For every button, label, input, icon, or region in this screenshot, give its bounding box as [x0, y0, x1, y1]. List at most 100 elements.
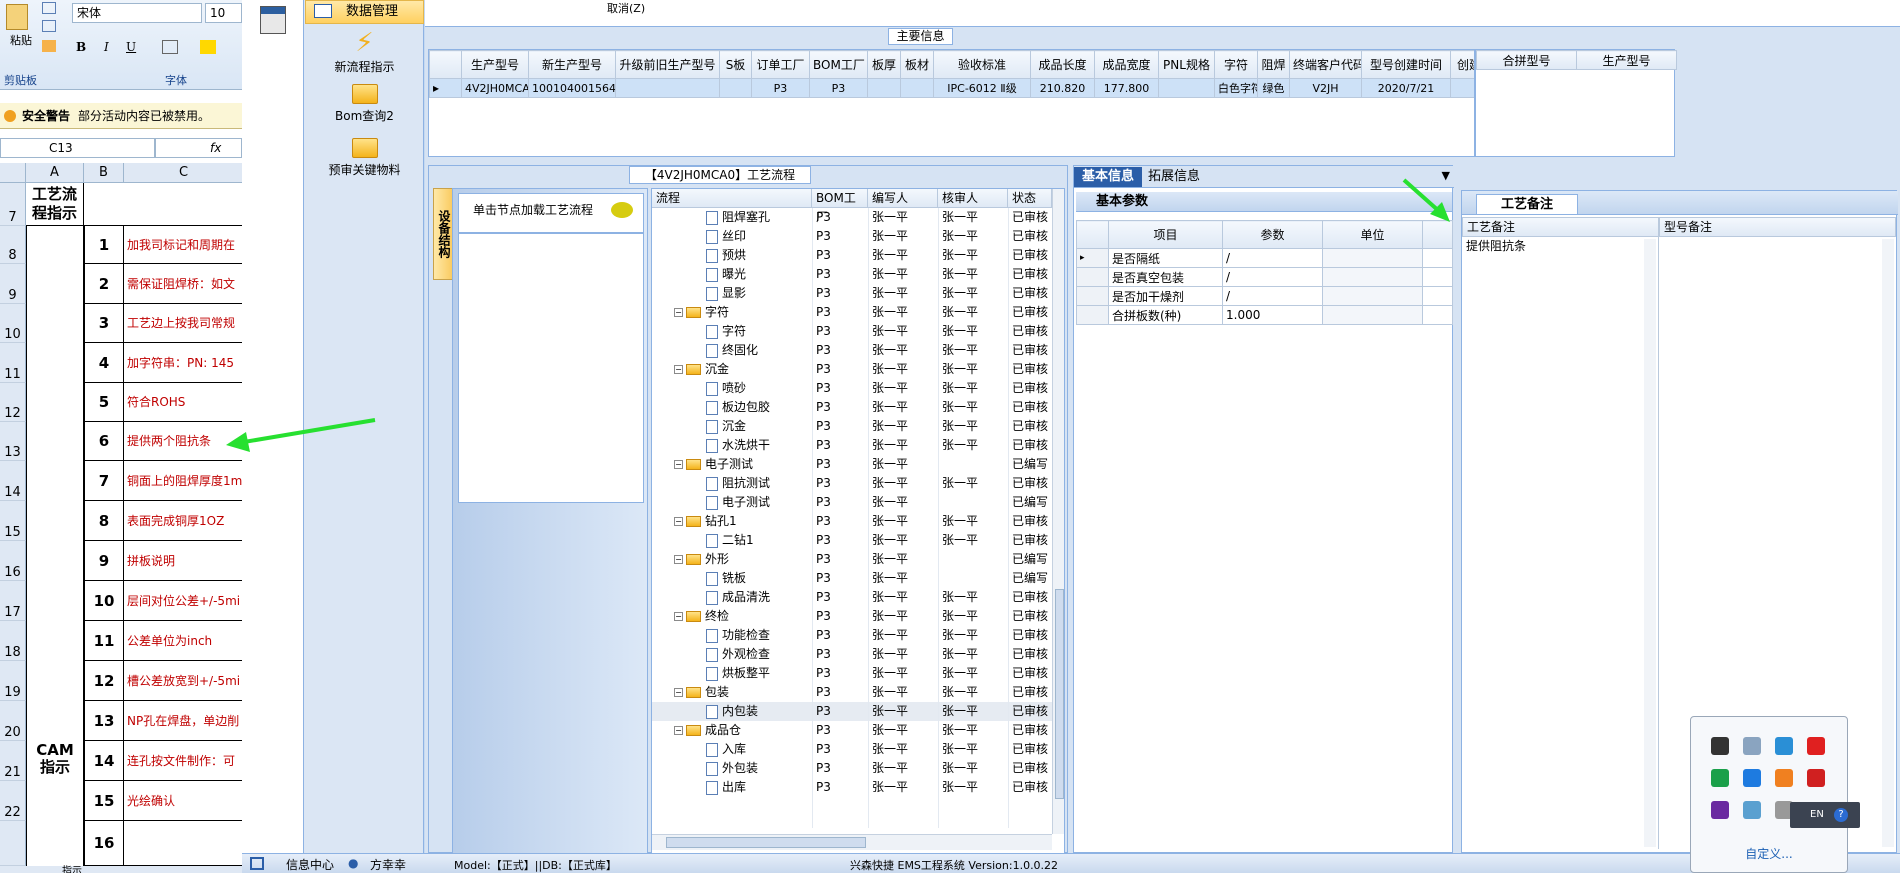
cell-index[interactable]: 6 — [84, 422, 124, 461]
process-row[interactable]: − 终检 P3 张一平 张一平 已审核 — [652, 607, 1052, 626]
cell-index[interactable]: 10 — [84, 581, 124, 621]
calculator-icon[interactable] — [260, 6, 286, 34]
process-row[interactable]: − 电子测试 P3 张一平 已编写 — [652, 455, 1052, 474]
hscroll-thumb[interactable] — [666, 837, 866, 848]
cell-instruction[interactable] — [124, 821, 242, 866]
tray-app-icon-2[interactable] — [1743, 737, 1761, 755]
param-value[interactable]: 1.000 — [1222, 305, 1323, 325]
cell[interactable] — [615, 78, 720, 98]
cell-instruction[interactable]: 表面完成铜厚1OZ — [124, 501, 242, 541]
customize-link[interactable]: 自定义... — [1691, 845, 1847, 862]
process-col-header[interactable]: 核审人 — [938, 189, 1008, 208]
process-col-header[interactable]: BOM工厂 — [812, 189, 868, 224]
process-row[interactable]: − 字符 P3 张一平 张一平 已审核 — [652, 303, 1052, 322]
param-value[interactable]: / — [1222, 248, 1323, 268]
cell[interactable]: 177.800 — [1094, 78, 1159, 98]
column-header-a[interactable]: A — [26, 163, 84, 183]
row-header[interactable]: 17 — [0, 581, 26, 621]
format-painter-icon[interactable] — [42, 40, 56, 52]
underline-button[interactable]: U — [126, 40, 136, 54]
main-info-grid[interactable]: 生产型号 新生产型号 升级前旧生产型号 S板 订单工厂 BOM工厂 板厚 板材 验收标准 成品长度… — [428, 49, 1475, 157]
cell[interactable]: 2020/7/21 — [1361, 78, 1451, 98]
row-header[interactable]: 8 — [0, 226, 26, 264]
row-header[interactable]: 21 — [0, 741, 26, 781]
param-row[interactable]: ▸ 是否隔纸 / — [1076, 248, 1453, 268]
collapse-icon[interactable]: − — [674, 555, 683, 564]
process-row[interactable]: 喷砂 P3 张一平 张一平 已审核 — [652, 379, 1052, 398]
tray-app-icon-6[interactable] — [1743, 769, 1761, 787]
row-indicator[interactable]: ▸ — [429, 78, 462, 98]
process-row[interactable]: 终固化 P3 张一平 张一平 已审核 — [652, 341, 1052, 360]
tab-process-remarks[interactable]: 工艺备注 — [1476, 194, 1579, 214]
col-header[interactable]: 字符 — [1214, 50, 1258, 79]
row-header[interactable]: 13 — [0, 422, 26, 461]
cancel-option[interactable]: 取消(Z) — [607, 0, 645, 16]
process-row[interactable]: 沉金 P3 张一平 张一平 已审核 — [652, 417, 1052, 436]
font-name-select[interactable]: 宋体 — [72, 3, 202, 23]
process-row[interactable]: − 包装 P3 张一平 张一平 已审核 — [652, 683, 1052, 702]
process-row[interactable]: 外观检查 P3 张一平 张一平 已审核 — [652, 645, 1052, 664]
tray-app-icon-5[interactable] — [1711, 769, 1729, 787]
language-indicator[interactable]: EN — [1810, 809, 1824, 820]
collapse-icon[interactable]: − — [674, 726, 683, 735]
copy-icon[interactable] — [42, 20, 56, 32]
row-header[interactable]: 22 — [0, 781, 26, 821]
collapse-icon[interactable]: − — [674, 517, 683, 526]
process-row[interactable]: 阻焊塞孔 P3 张一平 张一平 已审核 — [652, 208, 1052, 227]
process-row[interactable]: 显影 P3 张一平 张一平 已审核 — [652, 284, 1052, 303]
collapse-icon[interactable]: − — [674, 365, 683, 374]
border-icon[interactable] — [162, 40, 178, 54]
cell-index[interactable]: 3 — [84, 304, 124, 343]
fill-color-icon[interactable] — [200, 40, 216, 54]
process-row[interactable]: 成品清洗 P3 张一平 张一平 已审核 — [652, 588, 1052, 607]
collapse-icon[interactable]: − — [674, 308, 683, 317]
process-tree-grid[interactable]: 流程BOM工厂编写人核审人状态▲ 阻焊塞孔P3张一平张一平已审核丝印P3张一平张… — [651, 188, 1065, 854]
cell-index[interactable]: 7 — [84, 461, 124, 501]
cell-index[interactable]: 15 — [84, 781, 124, 821]
cell-instruction[interactable]: 加我司标记和周期在 — [124, 226, 242, 264]
col-header-production-model[interactable]: 生产型号 — [1576, 50, 1677, 70]
bold-button[interactable]: B — [76, 40, 86, 54]
col-header[interactable]: S板 — [719, 50, 752, 79]
row-header[interactable]: 9 — [0, 264, 26, 304]
tray-app-icon-10[interactable] — [1743, 801, 1761, 819]
structure-tree[interactable] — [458, 233, 644, 503]
cell-index[interactable]: 13 — [84, 701, 124, 741]
col-header[interactable]: 终端客户代码 — [1289, 50, 1362, 79]
row-header[interactable]: 20 — [0, 701, 26, 741]
col-header[interactable]: 阻焊 — [1257, 50, 1290, 79]
col-header-merge-model[interactable]: 合拼型号 — [1476, 50, 1577, 70]
merge-model-grid[interactable]: 合拼型号 生产型号 — [1475, 49, 1677, 157]
col-header[interactable]: 订单工厂 — [751, 50, 810, 79]
row-header[interactable]: 12 — [0, 383, 26, 422]
message-center[interactable]: 信息中心 — [286, 856, 334, 873]
cell[interactable]: P3 — [809, 78, 868, 98]
nav-item-bom-query[interactable]: Bom查询2 — [305, 84, 424, 124]
process-row[interactable]: 入库 P3 张一平 张一平 已审核 — [652, 740, 1052, 759]
col-header[interactable]: 升级前旧生产型号 — [615, 50, 720, 79]
cell-index[interactable]: 9 — [84, 541, 124, 581]
cell-index[interactable]: 1 — [84, 226, 124, 264]
col-header[interactable]: 验收标准 — [933, 50, 1031, 79]
cell-instruction[interactable]: 拼板说明 — [124, 541, 242, 581]
dropdown-arrow-icon[interactable]: ▼ — [1442, 169, 1450, 182]
italic-button[interactable]: I — [104, 40, 109, 54]
row-header[interactable]: 7 — [0, 183, 26, 226]
language-bar[interactable]: EN ? — [1790, 802, 1860, 828]
paste-label[interactable]: 粘贴 — [10, 32, 32, 48]
process-row[interactable]: − 成品仓 P3 张一平 张一平 已审核 — [652, 721, 1052, 740]
param-col-header[interactable]: 项目 — [1108, 220, 1223, 249]
process-row[interactable]: 铣板 P3 张一平 已编写 — [652, 569, 1052, 588]
column-header-b[interactable]: B — [84, 163, 124, 183]
cell-instruction[interactable]: 提供两个阻抗条 — [124, 422, 242, 461]
load-hint-box[interactable]: 单击节点加载工艺流程 — [458, 193, 644, 233]
process-row[interactable]: 出库 P3 张一平 张一平 已审核 — [652, 778, 1052, 797]
tray-app-icon-4[interactable] — [1807, 737, 1825, 755]
cut-icon[interactable] — [42, 2, 56, 14]
process-row[interactable]: 烘板整平 P3 张一平 张一平 已审核 — [652, 664, 1052, 683]
font-size-select[interactable]: 10 — [205, 3, 242, 23]
row-header[interactable]: 14 — [0, 461, 26, 501]
param-col-header[interactable]: 单位 — [1322, 220, 1423, 249]
row-header[interactable] — [0, 821, 26, 866]
cell[interactable]: IPC-6012 Ⅱ级 — [933, 78, 1031, 98]
